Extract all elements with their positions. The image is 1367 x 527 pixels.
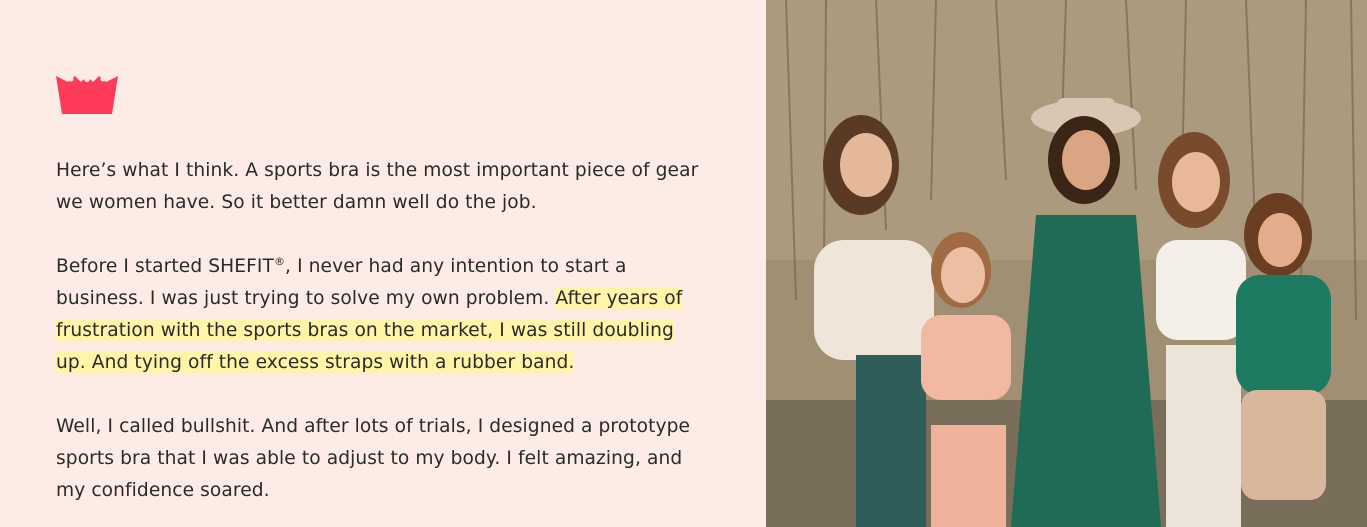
family-photo	[766, 0, 1367, 527]
story-text-panel: Here’s what I think. A sports bra is the…	[0, 0, 766, 527]
story-paragraph-3: Well, I called bullshit. And after lots …	[56, 416, 691, 501]
registered-mark: ®	[273, 255, 286, 268]
founder-story-section: Here’s what I think. A sports bra is the…	[0, 0, 1367, 527]
story-copy: Here’s what I think. A sports bra is the…	[56, 155, 706, 527]
story-paragraph-2-start: Before I started SHEFIT	[56, 256, 274, 277]
crown-icon	[56, 76, 118, 114]
story-paragraph-1: Here’s what I think. A sports bra is the…	[56, 160, 699, 213]
story-paragraph-2: Before I started SHEFIT®, I never had an…	[56, 251, 706, 379]
family-photo-illustration	[766, 0, 1367, 527]
